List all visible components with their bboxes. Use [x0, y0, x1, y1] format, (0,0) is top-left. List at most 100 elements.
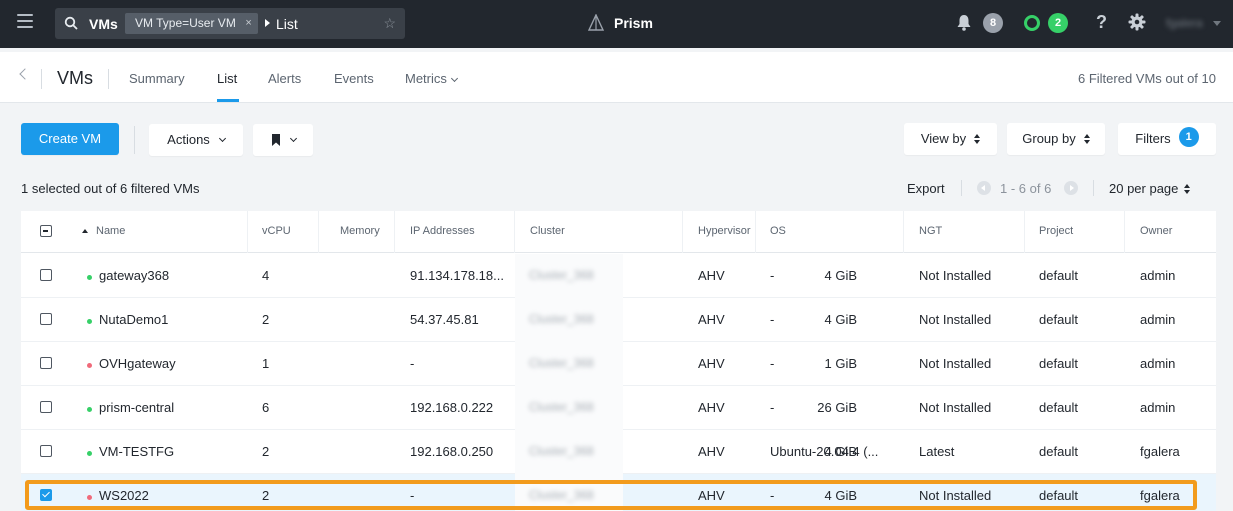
export-button[interactable]: Export: [907, 181, 945, 196]
sort-updown-icon: [974, 133, 981, 144]
power-status-icon: [87, 495, 92, 500]
table-row[interactable]: Cluster_368 OVHgateway 1 1 GiB - AHV - Not Inst…: [21, 342, 1216, 386]
column-header-cluster[interactable]: Cluster: [530, 225, 565, 237]
vm-name[interactable]: prism-central: [99, 400, 174, 415]
filters-button[interactable]: Filters 1: [1118, 123, 1216, 155]
row-checkbox[interactable]: [40, 357, 52, 369]
column-divider: [903, 211, 904, 253]
hypervisor-value: AHV: [698, 488, 725, 503]
power-status-icon: [87, 451, 92, 456]
cluster-cell: Cluster_368: [515, 386, 623, 430]
vm-type-filter-chip[interactable]: VM Type=User VM ×: [125, 13, 258, 34]
os-value: Ubuntu-20.04.4 (...: [770, 444, 879, 459]
owner-value: admin: [1140, 268, 1176, 283]
column-divider: [247, 211, 248, 253]
column-header-project[interactable]: Project: [1039, 225, 1073, 237]
bookmark-icon: [271, 133, 280, 146]
row-checkbox[interactable]: [40, 445, 52, 457]
tab-list[interactable]: List: [217, 71, 237, 86]
tab-summary[interactable]: Summary: [129, 71, 185, 86]
project-value: default: [1039, 312, 1079, 327]
ip-address-value: -: [410, 356, 415, 371]
vm-name[interactable]: VM-TESTFG: [99, 444, 174, 459]
sort-updown-icon: [1184, 183, 1191, 194]
row-checkbox[interactable]: [40, 269, 52, 281]
create-vm-button[interactable]: Create VM: [21, 123, 119, 155]
actions-button[interactable]: Actions: [149, 124, 243, 156]
select-all-checkbox[interactable]: [40, 225, 52, 237]
cluster-cell: Cluster_368: [515, 254, 623, 298]
menu-icon[interactable]: [17, 14, 33, 30]
table-row[interactable]: Cluster_368 VM-TESTFG 2 4 GiB 192.168.0.250 A…: [21, 430, 1216, 474]
hypervisor-value: AHV: [698, 312, 725, 327]
os-value: -: [770, 400, 775, 415]
page-range: 1 - 6 of 6: [1000, 181, 1052, 196]
alerts-count-badge[interactable]: 8: [983, 13, 1003, 33]
cluster-value: Cluster_368: [529, 444, 594, 458]
vm-name[interactable]: WS2022: [99, 488, 149, 503]
caret-right-icon: [265, 19, 270, 27]
column-header-memory[interactable]: Memory: [340, 225, 380, 237]
bookmark-button[interactable]: [253, 124, 313, 156]
close-icon[interactable]: ×: [245, 13, 251, 34]
divider: [41, 69, 42, 89]
column-header-hypervisor[interactable]: Hypervisor: [698, 225, 751, 237]
column-header-ip[interactable]: IP Addresses: [410, 225, 475, 237]
star-icon[interactable]: ☆: [383, 15, 396, 32]
row-checkbox[interactable]: [40, 489, 52, 501]
user-menu[interactable]: fgalera: [1166, 16, 1203, 30]
column-header-owner[interactable]: Owner: [1140, 225, 1172, 237]
filtered-vm-count: 6 Filtered VMs out of 10: [1077, 71, 1216, 86]
cluster-value: Cluster_368: [529, 488, 594, 502]
vm-name[interactable]: NutaDemo1: [99, 312, 168, 327]
table-row[interactable]: Cluster_368 NutaDemo1 2 4 GiB 54.37.45.81 AHV…: [21, 298, 1216, 342]
search-bar[interactable]: VMs VM Type=User VM × List ☆: [55, 8, 405, 39]
sort-asc-icon[interactable]: [82, 229, 88, 233]
row-checkbox[interactable]: [40, 313, 52, 325]
health-count-badge[interactable]: 2: [1048, 13, 1068, 33]
bell-icon[interactable]: [956, 14, 972, 31]
project-value: default: [1039, 356, 1079, 371]
column-header-os[interactable]: OS: [770, 225, 786, 237]
view-by-label: View by: [920, 131, 967, 146]
owner-value: fgalera: [1140, 488, 1180, 503]
tab-alerts[interactable]: Alerts: [268, 71, 301, 86]
health-icon[interactable]: [1024, 15, 1040, 31]
vcpu-value: 6: [262, 400, 270, 415]
table-row[interactable]: Cluster_368 gateway368 4 4 GiB 91.134.178.18…: [21, 254, 1216, 298]
back-arrow-icon[interactable]: [19, 68, 31, 80]
table-row[interactable]: Cluster_368 prism-central 6 26 GiB 192.168.0…: [21, 386, 1216, 430]
view-by-button[interactable]: View by: [904, 123, 997, 155]
divider: [134, 126, 135, 154]
chevron-down-icon[interactable]: [1213, 21, 1221, 26]
gear-icon[interactable]: [1128, 13, 1146, 31]
vm-table: Name vCPU Memory IP Addresses Cluster Hy…: [21, 211, 1216, 511]
search-icon: [64, 16, 78, 30]
row-checkbox[interactable]: [40, 401, 52, 413]
per-page-select[interactable]: 20 per page: [1109, 181, 1191, 196]
help-icon[interactable]: ?: [1096, 12, 1107, 33]
next-page-icon[interactable]: [1064, 181, 1078, 195]
memory-value: 4 GiB: [824, 312, 857, 327]
column-divider: [682, 211, 683, 253]
column-header-vcpu[interactable]: vCPU: [262, 225, 291, 237]
group-by-label: Group by: [1022, 131, 1076, 146]
os-value: -: [770, 312, 775, 327]
group-by-button[interactable]: Group by: [1007, 123, 1105, 155]
filters-count-badge: 1: [1178, 127, 1199, 147]
vm-name[interactable]: gateway368: [99, 268, 169, 283]
column-header-ngt[interactable]: NGT: [919, 225, 942, 237]
tab-metrics[interactable]: Metrics: [405, 71, 458, 86]
vm-name[interactable]: OVHgateway: [99, 356, 176, 371]
table-row[interactable]: Cluster_368 WS2022 2 4 GiB - AHV - Not Installe…: [21, 474, 1216, 511]
chevron-down-icon: [289, 134, 297, 143]
tab-events[interactable]: Events: [334, 71, 374, 86]
os-value: -: [770, 356, 775, 371]
prev-page-icon[interactable]: [977, 181, 991, 195]
project-value: default: [1039, 488, 1079, 503]
prism-logo-icon: [588, 14, 604, 31]
column-header-name[interactable]: Name: [96, 225, 125, 237]
divider: [961, 180, 962, 196]
hypervisor-value: AHV: [698, 356, 725, 371]
ngt-value: Not Installed: [919, 312, 992, 327]
